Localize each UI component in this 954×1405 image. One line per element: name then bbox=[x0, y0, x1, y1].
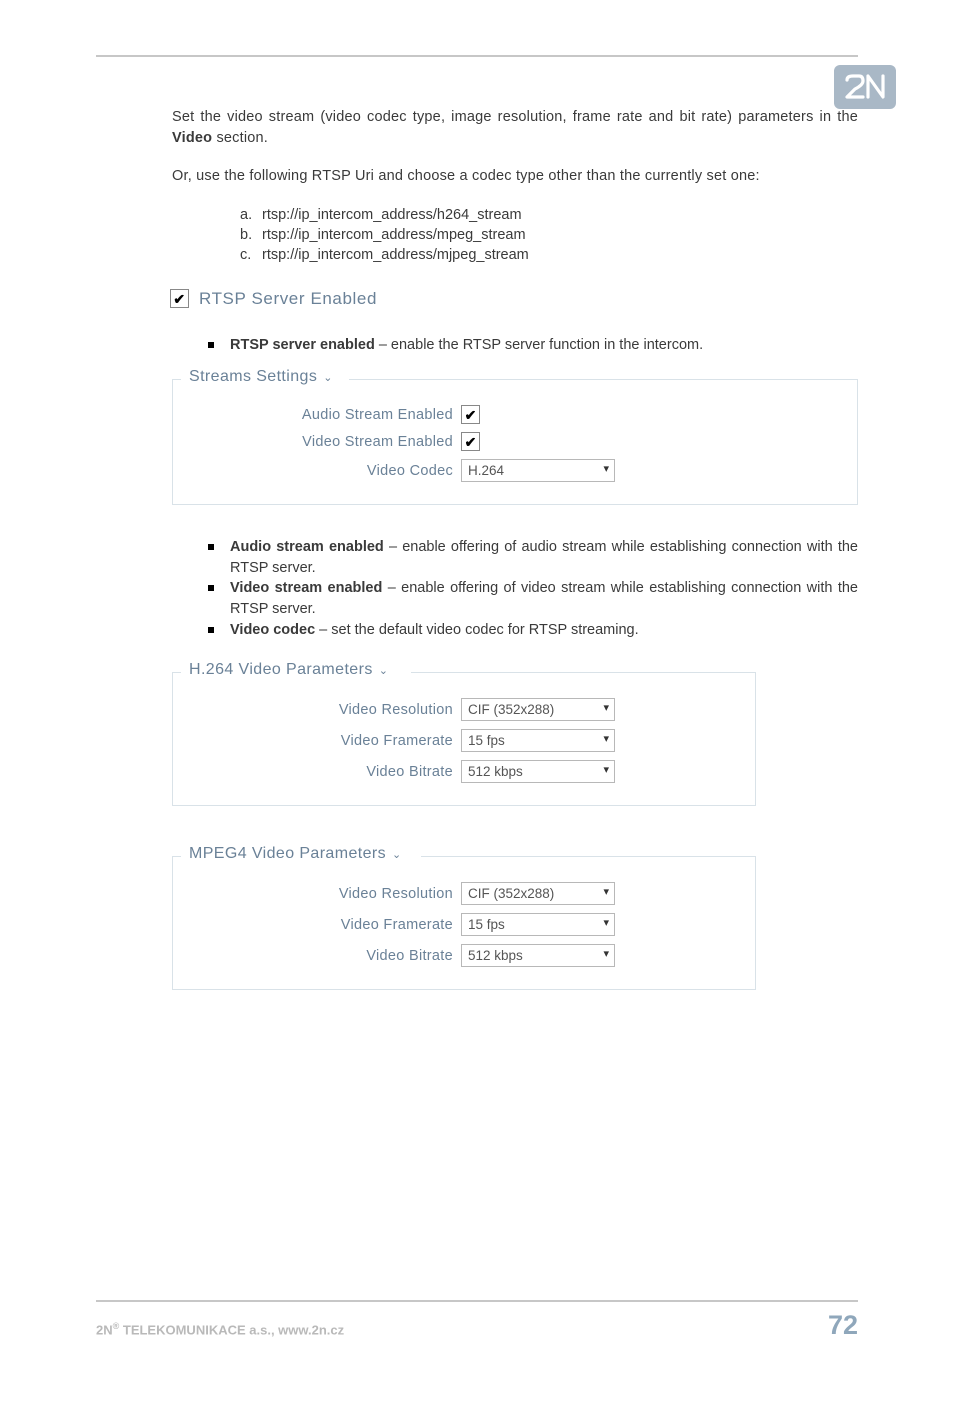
video-stream-row: Video Stream Enabled ✔ bbox=[185, 432, 845, 451]
h264-framerate-row: Video Framerate 15 fps bbox=[185, 729, 743, 752]
select-value: CIF (352x288) bbox=[468, 702, 554, 717]
text: Set the video stream (video codec type, … bbox=[172, 109, 858, 125]
select-value: 15 fps bbox=[468, 917, 505, 932]
list-item: rtsp://ip_intercom_address/mjpeg_stream bbox=[240, 245, 858, 265]
text-bold: Audio stream enabled bbox=[230, 539, 384, 555]
mpeg4-bitrate-select[interactable]: 512 kbps bbox=[461, 944, 615, 967]
footer-divider bbox=[96, 1300, 858, 1302]
legend-text: H.264 Video Parameters bbox=[189, 661, 373, 679]
text: – set the default video codec for RTSP s… bbox=[315, 622, 638, 638]
page-footer: 2N® TELEKOMUNIKACE a.s., www.2n.cz 72 bbox=[96, 1300, 858, 1341]
text-bold: Video stream enabled bbox=[230, 580, 382, 596]
streams-settings-fieldset: Streams Settings ⌄ Audio Stream Enabled … bbox=[172, 379, 858, 505]
footer-company: 2N® TELEKOMUNIKACE a.s., www.2n.cz bbox=[96, 1321, 344, 1337]
legend-text: MPEG4 Video Parameters bbox=[189, 845, 386, 863]
h264-framerate-select[interactable]: 15 fps bbox=[461, 729, 615, 752]
fieldset-legend[interactable]: Streams Settings ⌄ bbox=[185, 368, 337, 386]
field-label: Video Stream Enabled bbox=[185, 434, 461, 450]
mpeg4-bitrate-row: Video Bitrate 512 kbps bbox=[185, 944, 743, 967]
mpeg4-resolution-row: Video Resolution CIF (352x288) bbox=[185, 882, 743, 905]
audio-stream-enabled-checkbox[interactable]: ✔ bbox=[461, 405, 480, 424]
h264-bitrate-select[interactable]: 512 kbps bbox=[461, 760, 615, 783]
h264-resolution-row: Video Resolution CIF (352x288) bbox=[185, 698, 743, 721]
h264-bitrate-row: Video Bitrate 512 kbps bbox=[185, 760, 743, 783]
brand-logo bbox=[834, 65, 896, 109]
video-codec-row: Video Codec H.264 bbox=[185, 459, 845, 482]
mpeg4-framerate-row: Video Framerate 15 fps bbox=[185, 913, 743, 936]
text-bold: Video codec bbox=[230, 622, 315, 638]
field-label: Video Bitrate bbox=[185, 764, 461, 780]
list-item: rtsp://ip_intercom_address/mpeg_stream bbox=[240, 225, 858, 245]
mpeg4-resolution-select[interactable]: CIF (352x288) bbox=[461, 882, 615, 905]
h264-parameters-fieldset: H.264 Video Parameters ⌄ Video Resolutio… bbox=[172, 672, 756, 806]
intro-paragraph-2: Or, use the following RTSP Uri and choos… bbox=[172, 166, 858, 187]
chevron-down-icon: ⌄ bbox=[379, 664, 389, 677]
text: section. bbox=[212, 130, 268, 146]
field-label: Video Resolution bbox=[185, 886, 461, 902]
field-label: Video Framerate bbox=[185, 917, 461, 933]
mpeg4-parameters-fieldset: MPEG4 Video Parameters ⌄ Video Resolutio… bbox=[172, 856, 756, 990]
rtsp-server-enabled-row: ✔ RTSP Server Enabled bbox=[170, 289, 858, 309]
legend-text: Streams Settings bbox=[189, 368, 317, 386]
fieldset-legend[interactable]: MPEG4 Video Parameters ⌄ bbox=[185, 845, 406, 863]
text-bold: Video bbox=[172, 130, 212, 146]
mpeg4-framerate-select[interactable]: 15 fps bbox=[461, 913, 615, 936]
fieldset-legend[interactable]: H.264 Video Parameters ⌄ bbox=[185, 661, 392, 679]
select-value: H.264 bbox=[468, 463, 504, 478]
streams-description-list: Audio stream enabled – enable offering o… bbox=[208, 537, 858, 640]
text: TELEKOMUNIKACE a.s., www.2n.cz bbox=[119, 1322, 344, 1337]
chevron-down-icon: ⌄ bbox=[323, 371, 333, 384]
audio-stream-row: Audio Stream Enabled ✔ bbox=[185, 405, 845, 424]
video-codec-select[interactable]: H.264 bbox=[461, 459, 615, 482]
field-label: Video Codec bbox=[185, 463, 461, 479]
page-number: 72 bbox=[828, 1310, 858, 1341]
chevron-down-icon: ⌄ bbox=[392, 848, 402, 861]
rtsp-uri-list: rtsp://ip_intercom_address/h264_stream r… bbox=[240, 205, 858, 265]
rtsp-server-enabled-label: RTSP Server Enabled bbox=[199, 289, 377, 309]
field-label: Video Resolution bbox=[185, 702, 461, 718]
logo-2n-icon bbox=[843, 73, 887, 101]
list-item: Video stream enabled – enable offering o… bbox=[208, 578, 858, 619]
rtsp-server-enabled-checkbox[interactable]: ✔ bbox=[170, 289, 189, 308]
intro-paragraph-1: Set the video stream (video codec type, … bbox=[172, 107, 858, 148]
list-item: Audio stream enabled – enable offering o… bbox=[208, 537, 858, 578]
list-item: RTSP server enabled – enable the RTSP se… bbox=[208, 335, 858, 356]
list-item: Video codec – set the default video code… bbox=[208, 620, 858, 641]
h264-resolution-select[interactable]: CIF (352x288) bbox=[461, 698, 615, 721]
select-value: 512 kbps bbox=[468, 948, 523, 963]
select-value: CIF (352x288) bbox=[468, 886, 554, 901]
list-item: rtsp://ip_intercom_address/h264_stream bbox=[240, 205, 858, 225]
text: – enable the RTSP server function in the… bbox=[375, 337, 703, 353]
field-label: Video Bitrate bbox=[185, 948, 461, 964]
text-bold: RTSP server enabled bbox=[230, 337, 375, 353]
video-stream-enabled-checkbox[interactable]: ✔ bbox=[461, 432, 480, 451]
field-label: Audio Stream Enabled bbox=[185, 407, 461, 423]
rtsp-description-list: RTSP server enabled – enable the RTSP se… bbox=[208, 335, 858, 356]
select-value: 512 kbps bbox=[468, 764, 523, 779]
text: 2N bbox=[96, 1322, 113, 1337]
select-value: 15 fps bbox=[468, 733, 505, 748]
field-label: Video Framerate bbox=[185, 733, 461, 749]
